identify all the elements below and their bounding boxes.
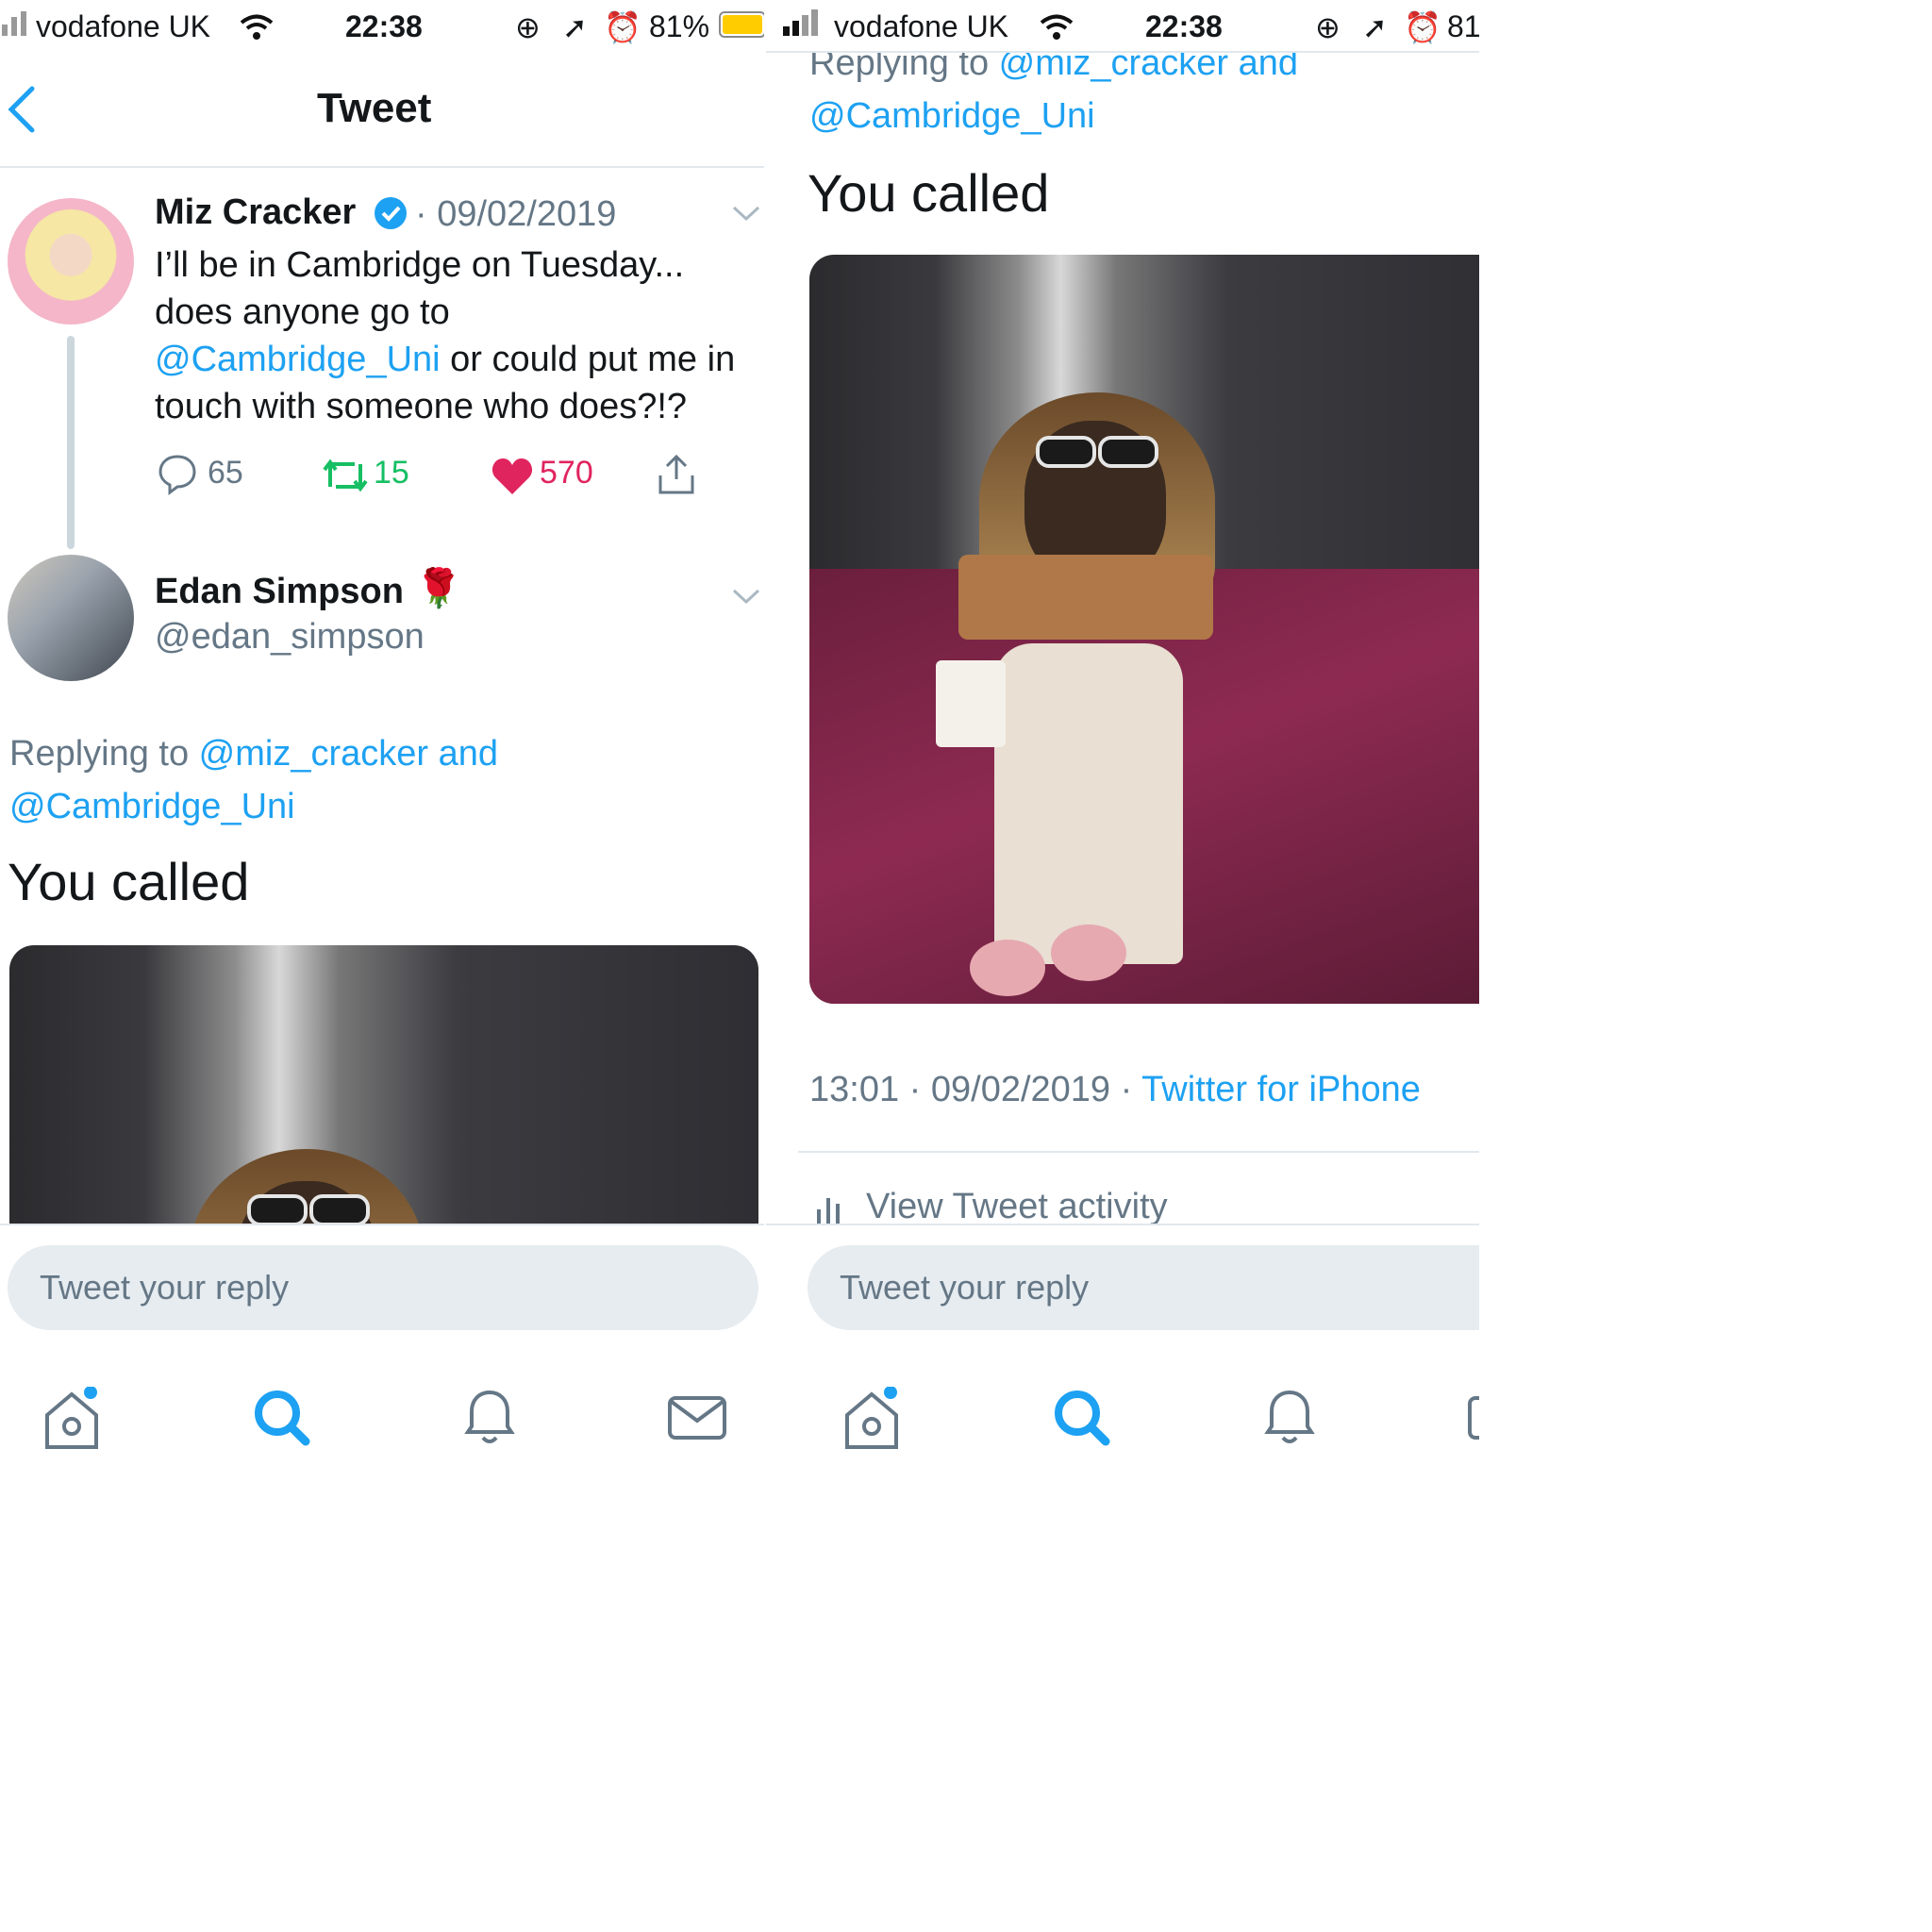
avatar[interactable] [8,198,134,325]
signal-icon [0,9,28,45]
back-chevron-icon[interactable] [4,83,42,141]
right-screenshot: Replying to @miz_cracker and @Cambridge_… [766,0,1479,1464]
retweet-count: 15 [374,455,409,491]
tweet-source-link[interactable]: Twitter for iPhone [1141,1070,1421,1109]
author-name[interactable]: Miz Cracker [155,192,356,233]
tweet-date-value: 09/02/2019 [930,1070,1111,1109]
header-divider [0,166,766,168]
avatar[interactable] [8,555,134,681]
carrier-label: vodafone UK [36,9,211,43]
page-title: Tweet [317,85,432,131]
image-detail [994,643,1183,964]
location-icon: ➚ [562,10,588,44]
replying-to: Replying to @miz_cracker and [9,734,498,774]
replying-prefix: Replying to [9,734,199,774]
like-action[interactable]: 570 [491,455,593,501]
view-tweet-activity-link[interactable]: View Tweet activity [866,1187,1168,1227]
image-detail [1051,924,1126,981]
tweet-text-line: does anyone go to [155,292,450,332]
mention-link[interactable]: @miz_cracker and [199,734,498,774]
tweet-date: · 09/02/2019 [415,194,617,234]
image-detail [309,1194,370,1226]
reply-text: You called [8,852,250,911]
retweet-icon [323,458,368,492]
tweet-text-segment: or could put me in [440,340,736,379]
notifications-icon[interactable] [1258,1387,1317,1445]
tweet-meta: 13:01 · 09/02/2019 · Twitter for iPhone [809,1070,1421,1110]
reply-input[interactable]: Tweet your reply [8,1245,758,1330]
notifications-icon[interactable] [458,1387,517,1445]
search-icon[interactable] [251,1387,310,1446]
orientation-lock-icon: ⊕ [515,10,541,44]
reply-input[interactable]: Tweet your reply [808,1245,1479,1330]
status-bar: vodafone UK 22:38 ⊕ ➚ ⏰ 81% [0,0,766,53]
signal-icon [781,9,823,45]
orientation-lock-icon: ⊕ [1315,10,1341,44]
chevron-down-icon[interactable] [730,585,762,612]
image-detail [958,555,1213,640]
tweet-time: 13:01 [809,1070,900,1109]
meta-separator: · [1110,1070,1142,1109]
chevron-down-icon[interactable] [730,202,762,229]
search-icon[interactable] [1051,1387,1110,1446]
image-detail [247,1194,308,1226]
clock: 22:38 [345,9,423,43]
like-count: 570 [540,455,593,491]
status-divider [766,51,1479,53]
mention-link[interactable]: @Cambridge_Uni [155,340,441,379]
compose-divider [766,1224,1479,1225]
battery-percent: 81 [1447,9,1479,43]
alarm-icon: ⏰ [604,10,641,44]
tweet-text-line: I’ll be in Cambridge on Tuesday... [155,245,685,285]
tweet-image[interactable] [809,255,1479,1004]
wifi-icon [1040,13,1074,48]
reply-placeholder: Tweet your reply [840,1268,1090,1307]
verified-badge-icon [374,196,408,235]
image-detail [1036,436,1096,468]
rose-emoji: 🌹 [415,568,462,609]
image-detail [970,940,1045,996]
image-detail [1098,436,1158,468]
image-detail [936,660,1006,747]
reply-action[interactable]: 65 [157,453,243,501]
location-icon: ➚ [1362,10,1388,44]
battery-percent: 81% [649,9,710,43]
compose-divider [0,1224,766,1225]
carrier-label: vodafone UK [834,9,1009,43]
reply-placeholder: Tweet your reply [40,1268,290,1307]
heart-icon [491,458,533,494]
mention-link[interactable]: @Cambridge_Uni [809,96,1095,137]
tweet-text-line: touch with someone who does?!? [155,387,688,426]
home-icon[interactable] [841,1386,900,1449]
reply-count: 65 [208,455,243,491]
meta-divider [798,1151,1479,1153]
author-name[interactable]: Edan Simpson [155,572,404,612]
tweet-text-line: @Cambridge_Uni or could put me in [155,336,735,383]
alarm-icon: ⏰ [1404,10,1441,44]
messages-icon[interactable] [1466,1387,1479,1445]
home-icon[interactable] [42,1386,100,1449]
tweet-date-value: 09/02/2019 [437,194,617,234]
author-handle[interactable]: @edan_simpson [155,617,425,658]
messages-icon[interactable] [666,1387,726,1445]
thread-line [67,336,75,549]
left-screenshot: vodafone UK 22:38 ⊕ ➚ ⏰ 81% Tweet Miz Cr… [0,0,766,1464]
tweet-text: I’ll be in Cambridge on Tuesday... does … [155,242,735,430]
reply-text: You called [808,163,1050,223]
mention-link[interactable]: @Cambridge_Uni [9,787,295,827]
reply-icon [158,455,196,495]
clock: 22:38 [1145,9,1223,43]
battery-icon [719,11,766,47]
share-icon[interactable] [655,453,698,501]
retweet-action[interactable]: 15 [321,455,409,499]
status-bar: vodafone UK 22:38 ⊕ ➚ ⏰ 81 [766,0,1479,51]
wifi-icon [240,13,274,48]
meta-separator: · [899,1070,931,1109]
